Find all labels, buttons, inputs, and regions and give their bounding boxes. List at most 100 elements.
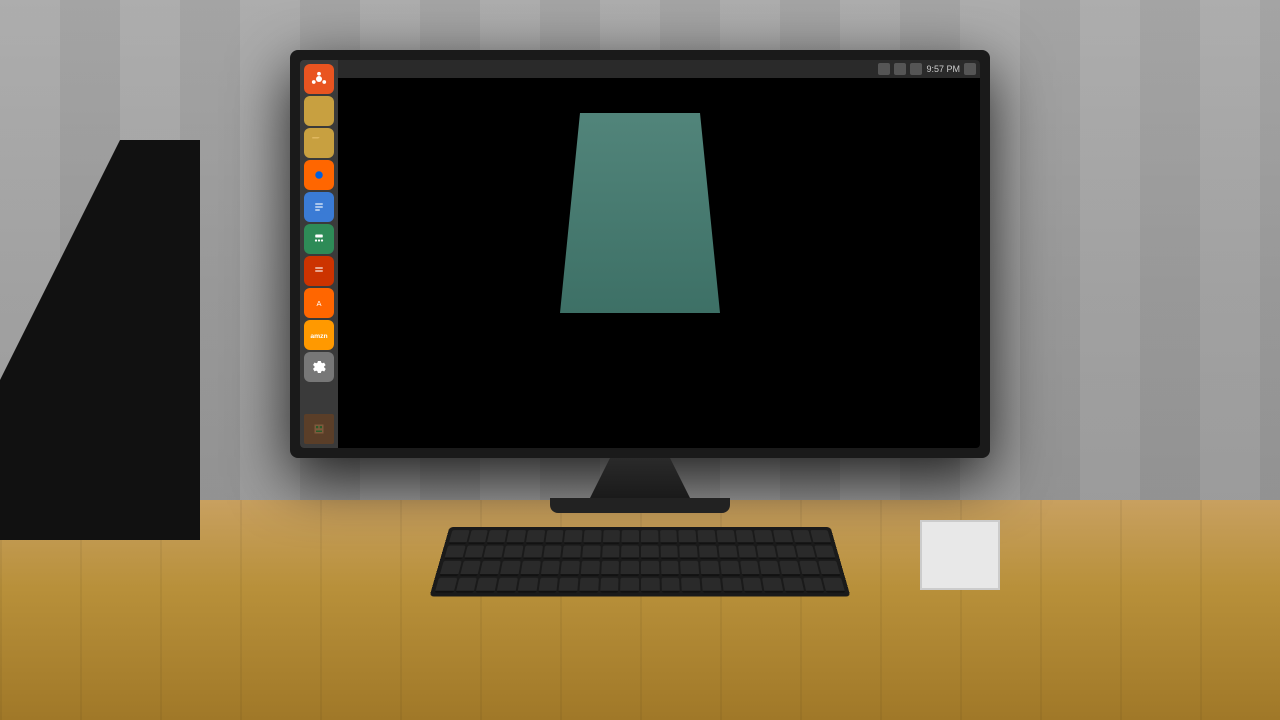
- sound-icon: [894, 63, 906, 75]
- key: [603, 530, 621, 543]
- key: [620, 577, 639, 592]
- key: [460, 561, 481, 576]
- key: [500, 561, 521, 576]
- key: [581, 561, 600, 576]
- key: [762, 577, 783, 592]
- key: [435, 577, 457, 592]
- key: [661, 577, 680, 592]
- key: [497, 577, 518, 592]
- key: [680, 545, 698, 559]
- amazon-icon[interactable]: amzn: [304, 320, 334, 350]
- key: [660, 530, 678, 543]
- keyboard: // Generate keyboard keys const keyboard…: [429, 527, 850, 596]
- key: [823, 577, 845, 592]
- key: [582, 545, 600, 559]
- key: [564, 530, 582, 543]
- key: [735, 530, 754, 543]
- held-item-block: [920, 520, 1000, 590]
- battery-icon: [910, 63, 922, 75]
- key: [660, 545, 678, 559]
- key: [803, 577, 825, 592]
- calculator-icon[interactable]: [304, 224, 334, 254]
- key: [487, 530, 507, 543]
- room-background: 9:57 PM: [0, 0, 1280, 720]
- key: [679, 530, 697, 543]
- key: [680, 561, 699, 576]
- key: [698, 530, 716, 543]
- key: [622, 530, 639, 543]
- key: [757, 545, 777, 559]
- key: [742, 577, 763, 592]
- key: [440, 561, 462, 576]
- key: [795, 545, 816, 559]
- folder-icon[interactable]: [304, 128, 334, 158]
- key: [520, 561, 540, 576]
- key: [538, 577, 558, 592]
- key: [583, 530, 601, 543]
- document-icon[interactable]: [304, 256, 334, 286]
- key: [773, 530, 793, 543]
- key: [699, 545, 718, 559]
- key: [681, 577, 700, 592]
- key: [543, 545, 562, 559]
- key: [759, 561, 780, 576]
- key: [503, 545, 523, 559]
- key: [722, 577, 742, 592]
- key: [455, 577, 477, 592]
- key: [621, 545, 639, 559]
- software-center-icon[interactable]: A: [304, 288, 334, 318]
- key: [506, 530, 526, 543]
- key: [740, 561, 760, 576]
- key: [661, 561, 680, 576]
- key: [782, 577, 804, 592]
- key: [641, 530, 658, 543]
- key: [464, 545, 485, 559]
- key: [811, 530, 832, 543]
- key: [484, 545, 504, 559]
- key: [560, 561, 579, 576]
- key: [792, 530, 812, 543]
- key: [718, 545, 737, 559]
- key: [779, 561, 800, 576]
- minecraft-taskbar-icon[interactable]: [304, 414, 334, 444]
- key: [716, 530, 735, 543]
- key: [468, 530, 488, 543]
- key: [776, 545, 796, 559]
- key: [523, 545, 543, 559]
- key: [540, 561, 560, 576]
- ubuntu-taskbar: A amzn: [300, 60, 338, 448]
- key: [579, 577, 598, 592]
- network-icon: [878, 63, 890, 75]
- key: [720, 561, 740, 576]
- power-icon: [964, 63, 976, 75]
- key: [754, 530, 774, 543]
- key: [641, 545, 659, 559]
- monitor-base: [550, 498, 730, 513]
- key: [737, 545, 757, 559]
- key: [559, 577, 579, 592]
- key: [814, 545, 835, 559]
- key: [799, 561, 820, 576]
- key: [476, 577, 498, 592]
- monitor-stand: [590, 458, 690, 498]
- ubuntu-topbar: 9:57 PM: [300, 60, 980, 78]
- key: [621, 561, 639, 576]
- key: [600, 577, 619, 592]
- settings-icon[interactable]: [304, 352, 334, 382]
- firefox-icon[interactable]: [304, 160, 334, 190]
- text-editor-icon[interactable]: [304, 192, 334, 222]
- key: [526, 530, 545, 543]
- svg-text:amzn: amzn: [310, 333, 327, 340]
- key: [641, 561, 659, 576]
- key: [444, 545, 465, 559]
- ubuntu-icon[interactable]: [304, 64, 334, 94]
- key: [819, 561, 841, 576]
- key: [545, 530, 564, 543]
- key: [480, 561, 501, 576]
- key: [602, 545, 620, 559]
- svg-text:A: A: [316, 299, 321, 308]
- system-time: 9:57 PM: [926, 64, 960, 74]
- files-icon[interactable]: [304, 96, 334, 126]
- monitor-area: 9:57 PM: [265, 50, 1015, 513]
- key: [449, 530, 470, 543]
